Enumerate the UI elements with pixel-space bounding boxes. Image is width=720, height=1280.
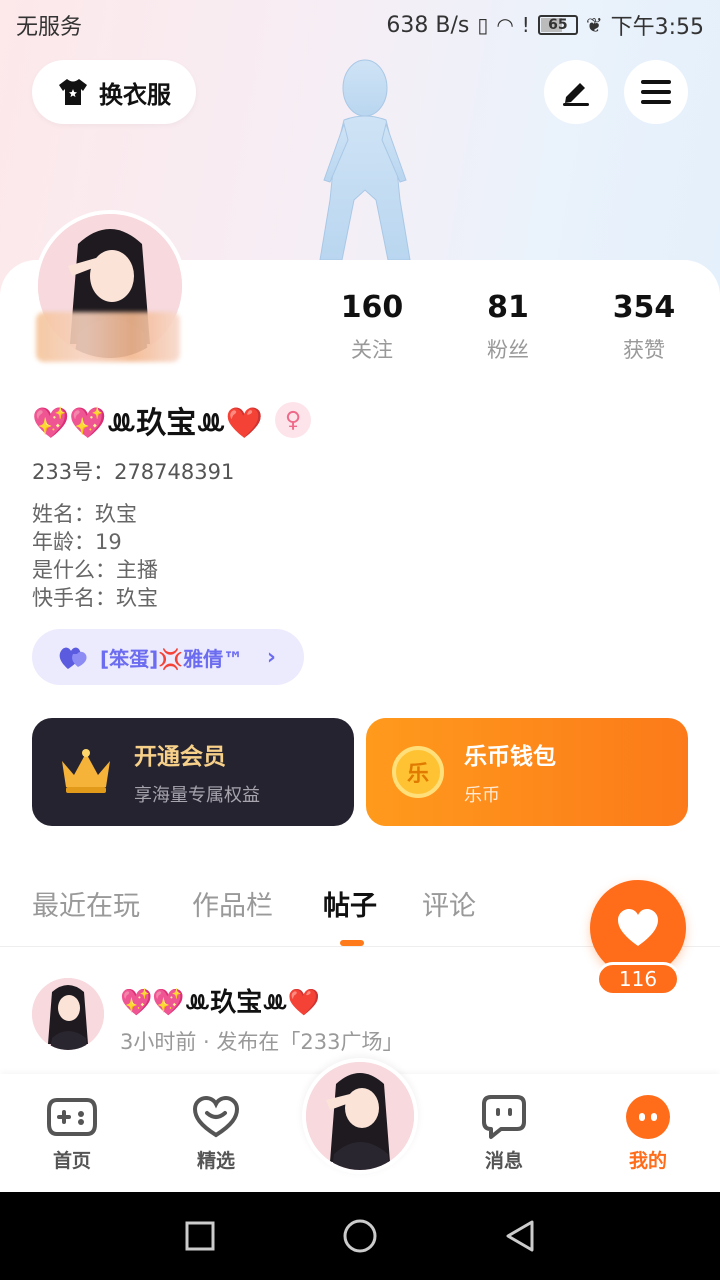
post-author-avatar[interactable] [32, 978, 104, 1050]
tab-comments[interactable]: 评论 [422, 884, 476, 923]
tab-posts[interactable]: 帖子 [323, 884, 377, 923]
coin-icon: 乐 [392, 746, 444, 798]
tab-works[interactable]: 作品栏 [192, 884, 273, 923]
sim-alert-icon: ! [521, 13, 530, 37]
nav-featured-label: 精选 [196, 1150, 235, 1172]
nav-home-label: 首页 [52, 1150, 91, 1172]
chevron-right-icon: › [266, 644, 276, 670]
vip-card-subtitle: 享海量专属权益 [134, 785, 260, 806]
nav-home[interactable]: 首页 [22, 1092, 122, 1173]
bio-line: 快手名：玖宝 [32, 586, 158, 610]
username: 💖💖ꔛ玖宝ꔛ❤️ [32, 406, 264, 441]
censored-badge [36, 312, 180, 362]
network-speed: 638 B/s [386, 12, 470, 38]
guild-badge-button[interactable]: [笨蛋]💢雅倩™ › [32, 629, 304, 685]
tab-recently-played[interactable]: 最近在玩 [32, 884, 140, 923]
vip-card-title: 开通会员 [134, 744, 226, 770]
heart-icon [618, 909, 658, 946]
square-icon [185, 1221, 215, 1251]
stat-likes-value: 354 [612, 290, 676, 325]
leaf-icon: ❦ [585, 13, 603, 37]
menu-button[interactable] [624, 60, 688, 124]
stat-likes-label: 获赞 [623, 338, 665, 362]
change-outfit-label: 换衣服 [99, 80, 171, 109]
nav-avatar-button[interactable] [302, 1058, 418, 1174]
stat-following-value: 160 [340, 290, 404, 325]
system-navigation-bar [0, 1192, 720, 1280]
wifi-icon: ◠ [496, 13, 514, 37]
username-row: 💖💖ꔛ玖宝ꔛ❤️ ♀ [32, 398, 312, 442]
nav-featured[interactable]: 精选 [166, 1092, 266, 1173]
bio-line: 姓名：玖宝 [32, 502, 137, 526]
heart-smile-icon [192, 1095, 240, 1138]
edit-profile-button[interactable] [544, 60, 608, 124]
nav-avatar-image [306, 1062, 414, 1170]
stat-likes[interactable]: 354 获赞 [584, 288, 704, 364]
chat-bubble-icon [482, 1095, 526, 1139]
stat-followers-label: 粉丝 [487, 338, 529, 362]
carrier-label: 无服务 [16, 15, 83, 40]
gamepad-icon [47, 1098, 97, 1136]
double-heart-icon [59, 647, 87, 669]
guild-name: [笨蛋]💢雅倩™ [100, 646, 244, 671]
nav-me[interactable]: 我的 [598, 1092, 698, 1173]
female-gender-icon: ♀ [275, 402, 312, 438]
author-avatar-image [32, 978, 104, 1050]
bio-line: 是什么：主播 [32, 558, 158, 582]
back-button[interactable] [496, 1212, 544, 1260]
stat-following[interactable]: 160 关注 [312, 288, 432, 364]
post-meta: 3小时前 · 发布在「233广场」 [120, 1030, 404, 1054]
post-author-name[interactable]: 💖💖ꔛ玖宝ꔛ❤️ [120, 982, 320, 1019]
wallet-card-title: 乐币钱包 [464, 744, 556, 770]
status-bar: 无服务 638 B/s ▯ ◠ ! 65 ❦ 下午3:55 [0, 0, 720, 50]
nav-me-label: 我的 [628, 1150, 667, 1172]
home-button[interactable] [336, 1212, 384, 1260]
stat-following-label: 关注 [351, 338, 393, 362]
like-count: 116 [596, 962, 680, 996]
vibrate-icon: ▯ [477, 13, 489, 37]
user-id[interactable]: 233号：278748391 [32, 456, 234, 486]
recent-apps-button[interactable] [176, 1212, 224, 1260]
triangle-back-icon [506, 1220, 534, 1252]
clock: 下午3:55 [610, 15, 704, 40]
bottom-navigation: 首页 精选 消息 我的 [0, 1058, 720, 1192]
circle-icon [343, 1219, 377, 1253]
bio-line: 年龄：19 [32, 530, 122, 554]
battery-icon: 65 [537, 15, 578, 35]
nav-messages[interactable]: 消息 [454, 1092, 554, 1173]
stat-followers-value: 81 [487, 290, 529, 325]
tshirt-icon [59, 79, 87, 105]
stat-followers[interactable]: 81 粉丝 [448, 288, 568, 364]
change-outfit-button[interactable]: 换衣服 [32, 60, 196, 124]
avatar-3d-figure[interactable] [300, 50, 430, 270]
nav-messages-label: 消息 [484, 1150, 523, 1172]
pen-icon [563, 83, 589, 106]
me-icon [626, 1095, 670, 1139]
bio: 姓名：玖宝 年龄：19 是什么：主播 快手名：玖宝 [32, 500, 158, 612]
wallet-card[interactable]: 乐 乐币钱包 乐币 [366, 718, 688, 826]
vip-membership-card[interactable]: 开通会员 享海量专属权益 [32, 718, 354, 826]
wallet-card-subtitle: 乐币 [464, 785, 500, 806]
crown-icon [62, 749, 110, 793]
hamburger-icon [641, 80, 671, 104]
